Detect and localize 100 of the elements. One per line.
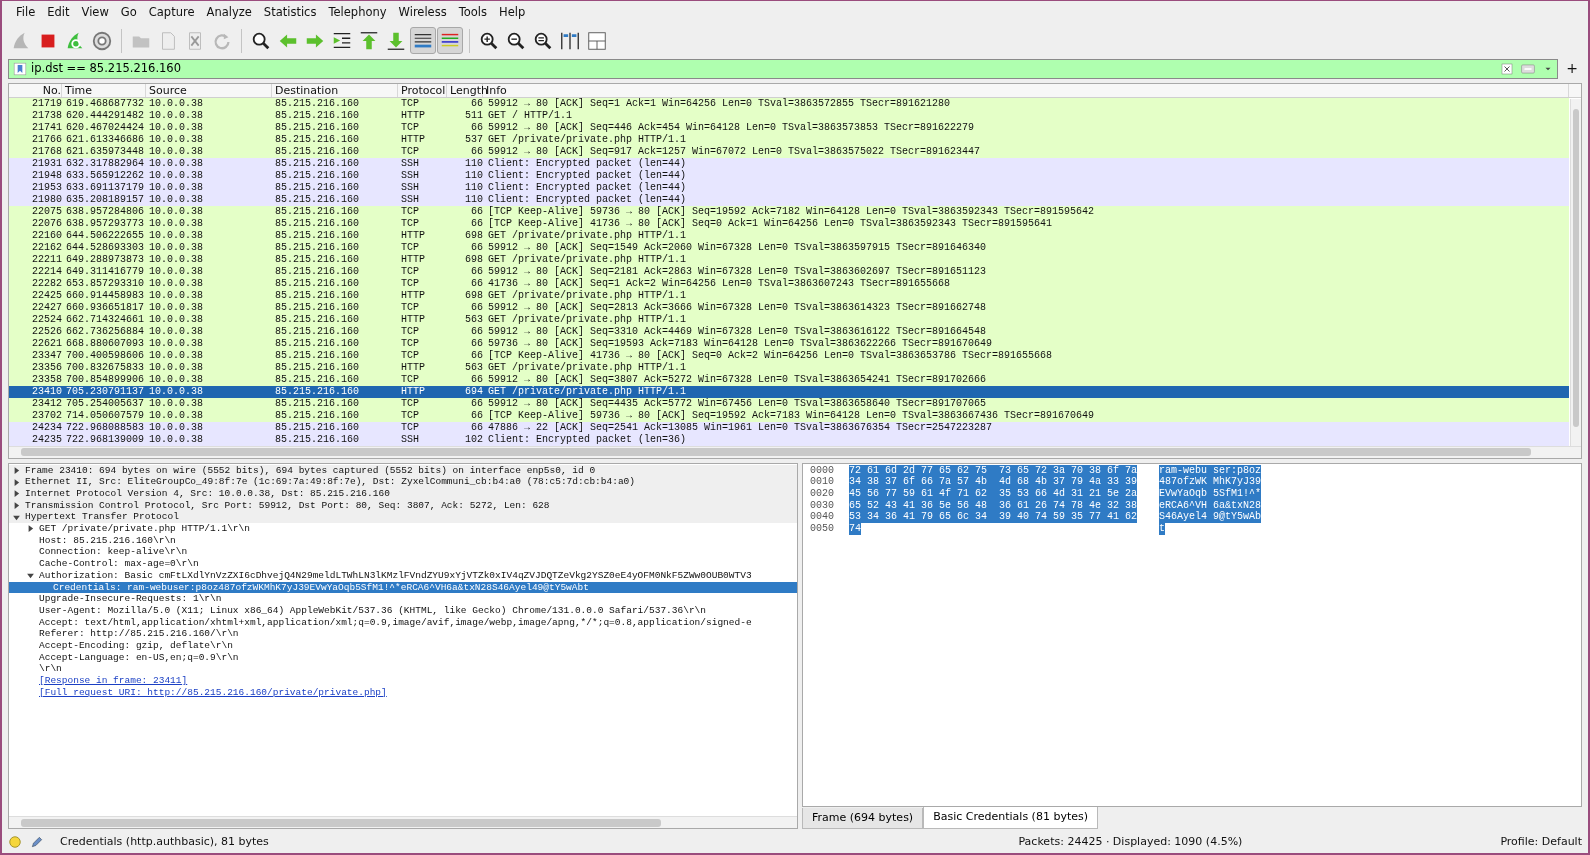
menu-item[interactable]: Tools (452, 4, 494, 22)
menu-item[interactable]: File (10, 4, 42, 22)
vertical-scrollbar[interactable] (1570, 98, 1581, 446)
table-cell-text: 85.215.216.160 (274, 229, 360, 242)
tree-item[interactable]: [Response in frame: 23411] (9, 675, 797, 687)
table-cell-text: TCP (400, 349, 420, 362)
tree-item[interactable]: Accept-Encoding: gzip, deflate\r\n (9, 639, 797, 652)
tree-item[interactable]: Upgrade-Insecure-Requests: 1\r\n (9, 593, 797, 605)
table-cell-text: 620.467024424 (65, 121, 145, 134)
table-cell-text: 700.400598606 (65, 349, 145, 362)
table-cell-text: 698 (464, 253, 483, 266)
menu-item[interactable]: Wireless (392, 4, 453, 22)
table-cell-text: 85.215.216.160 (274, 277, 360, 290)
column-header[interactable]: Time (62, 83, 146, 97)
table-cell-text: TCP (400, 409, 420, 422)
menu-item[interactable]: Capture (142, 4, 201, 22)
tree-item[interactable]: User-Agent: Mozilla/5.0 (X11; Linux x86_64) AppleWebKit/537.36 (KHTML, like Gecko) Chrome/131.0.0.0 Safari/537.36\r\n (9, 604, 797, 617)
table-cell-text: 722.968088583 (65, 421, 145, 434)
table-cell-text: 649.288973873 (65, 253, 145, 266)
status-text: Credentials (http.authbasic), 81 bytes (60, 833, 270, 850)
tree-item[interactable]: Frame 23410: 694 bytes on wire (5552 bits), 694 bytes captured (5552 bits) on interface enp5s0, id 0 (9, 464, 797, 477)
menu-item[interactable]: Telephony (322, 4, 393, 22)
tree-item[interactable]: Hypertext Transfer Protocol (9, 511, 797, 524)
filter-field[interactable]: ip.dst == 85.215.216.160 (31, 60, 1498, 78)
table-cell-text: 662.736256884 (65, 325, 145, 338)
table-cell-text: 22211 (31, 253, 62, 266)
packet-count: Packets: 24425 · Displayed: 1090 (4.5%) (1018, 833, 1243, 850)
table-cell-text: 10.0.0.38 (148, 277, 204, 290)
table-cell-text: 85.215.216.160 (274, 397, 360, 410)
table-cell-text: 85.215.216.160 (274, 133, 360, 146)
table-cell-text: 41736 → 80 [ACK] Seq=1 Ack=2 Win=64256 Len=0 TSval=3863607243 TSecr=891655668 (487, 277, 951, 290)
menu-item[interactable]: Edit (41, 4, 76, 22)
table-cell-text: 537 (464, 133, 483, 146)
colorize-button[interactable] (437, 27, 463, 55)
table-cell-text: [TCP Keep-Alive] 59736 → 80 [ACK] Seq=19592 Ack=7182 Win=64128 Len=0 TSval=3863592343 TSecr=891595642 (487, 205, 1095, 218)
table-cell-text: 10.0.0.38 (148, 253, 204, 266)
table-cell-text: 85.215.216.160 (274, 157, 360, 170)
tree-item[interactable]: Connection: keep-alive\r\n (9, 546, 797, 559)
table-cell-text: 59912 → 80 [ACK] Seq=446 Ack=454 Win=64128 Len=0 TSval=3863573853 TSecr=891622279 (487, 121, 975, 134)
tree-item[interactable]: Authorization: Basic cmFtLXdlYnVzZXI6cDhvejQ4N29meldLTWhLN3lKMzlFVndZYU9xYjVTZk0xIV4qZVJDQTZeVkg2YSZ0eE4yOFM0NkF5ZWw0OUB0WTV3 (9, 569, 797, 582)
table-cell-text: 85.215.216.160 (274, 433, 360, 446)
table-cell-text: HTTP (400, 385, 426, 398)
table-cell-text: GET /private/private.php HTTP/1.1 (487, 229, 687, 242)
tab[interactable]: Frame (694 bytes) (802, 808, 924, 830)
table-cell-text: 10.0.0.38 (148, 325, 204, 338)
tab[interactable]: Basic Credentials (81 bytes) (923, 807, 1098, 830)
table-cell-text: 563 (464, 313, 483, 326)
table-cell-text: TCP (400, 205, 420, 218)
table-cell-text: 22621 (31, 337, 62, 350)
menu-item[interactable]: Analyze (200, 4, 258, 22)
auto-scroll-button[interactable] (410, 27, 436, 55)
horizontal-scrollbar[interactable] (9, 816, 797, 829)
menu-item[interactable]: Help (493, 4, 532, 22)
edit-icon[interactable] (30, 835, 44, 850)
table-cell-text: TCP (400, 277, 420, 290)
ascii-text: ram-webu ser:p8oz (1159, 464, 1262, 477)
table-cell-text: TCP (400, 265, 420, 278)
hex-offset: 0000 (809, 464, 835, 477)
tree-item[interactable]: Accept-Language: en-US,en;q=0.9\r\n (9, 651, 797, 664)
table-cell-text: TCP (400, 397, 420, 410)
table-cell-text: 10.0.0.38 (148, 361, 204, 374)
table-cell-text: 10.0.0.38 (148, 145, 204, 158)
clear-icon[interactable] (1501, 62, 1514, 75)
tree-item[interactable]: Internet Protocol Version 4, Src: 10.0.0.38, Dst: 85.215.216.160 (9, 488, 797, 500)
column-header[interactable]: Source (146, 83, 272, 97)
tree-item[interactable]: GET /private/private.php HTTP/1.1\r\n (9, 523, 797, 535)
menu-item[interactable]: Go (114, 4, 143, 22)
table-cell-text: 10.0.0.38 (148, 121, 204, 134)
hex-offset: 0040 (809, 511, 835, 524)
tree-item[interactable]: Cache-Control: max-age=0\r\n (9, 558, 797, 570)
table-cell-text: 85.215.216.160 (274, 301, 360, 314)
table-cell-text: 722.968139009 (65, 433, 145, 446)
table-cell-text: 66 (470, 205, 483, 218)
profile-label[interactable]: Profile: Default (1500, 833, 1582, 851)
table-cell-text: TCP (400, 301, 420, 314)
table-cell-text: 66 (470, 373, 483, 386)
tree-item[interactable]: Host: 85.215.216.160\r\n (9, 534, 797, 547)
table-cell-text: 644.528693303 (65, 241, 145, 254)
tree-item[interactable]: \r\n (9, 663, 797, 675)
layout-icon (586, 29, 608, 52)
tree-item[interactable]: Referer: http://85.215.216.160/\r\n (9, 628, 797, 640)
tree-item[interactable]: Accept: text/html,application/xhtml+xml,application/xml;q=0.9,image/avif,image/webp,image/apng,*/*;q=0.8,application/signed-e (9, 616, 797, 629)
table-cell-text: TCP (400, 337, 420, 350)
bookmark-icon[interactable] (13, 61, 27, 76)
table-cell-text: 10.0.0.38 (148, 133, 204, 146)
table-cell-text: 66 (470, 121, 483, 134)
table-cell-text: 10.0.0.38 (148, 97, 204, 110)
tree-item[interactable]: [Full request URI: http://85.215.216.160/private/private.php] (9, 686, 797, 699)
display-filter-field[interactable]: ip.dst == 85.215.216.160 (8, 58, 1559, 79)
column-header[interactable]: No. (9, 83, 62, 97)
table-cell-text: 66 (470, 349, 483, 362)
column-header[interactable]: Protocol (398, 83, 447, 97)
menu-item[interactable]: View (75, 4, 115, 22)
menu-item[interactable]: Statistics (257, 4, 323, 22)
tree-item[interactable]: Credentials: ram-webuser:p8oz487ofzWKMhK7yJ39EVwYaOqb5SfM1!^*eRCA6^VH6a&txN28S46Ayel49@tY5wAbt (9, 581, 797, 594)
table-cell-text: 85.215.216.160 (274, 361, 360, 374)
table-cell-text: 66 (470, 301, 483, 314)
column-header[interactable]: Destination (272, 83, 398, 97)
tree-item[interactable]: Ethernet II, Src: EliteGroupCo_49:8f:7e (1c:69:7a:49:8f:7e), Dst: ZyxelCommuni_cb:b4:a0 (78:c5:7d:cb:b4:a0) (9, 476, 797, 488)
add-filter-button[interactable]: + (1566, 58, 1578, 80)
